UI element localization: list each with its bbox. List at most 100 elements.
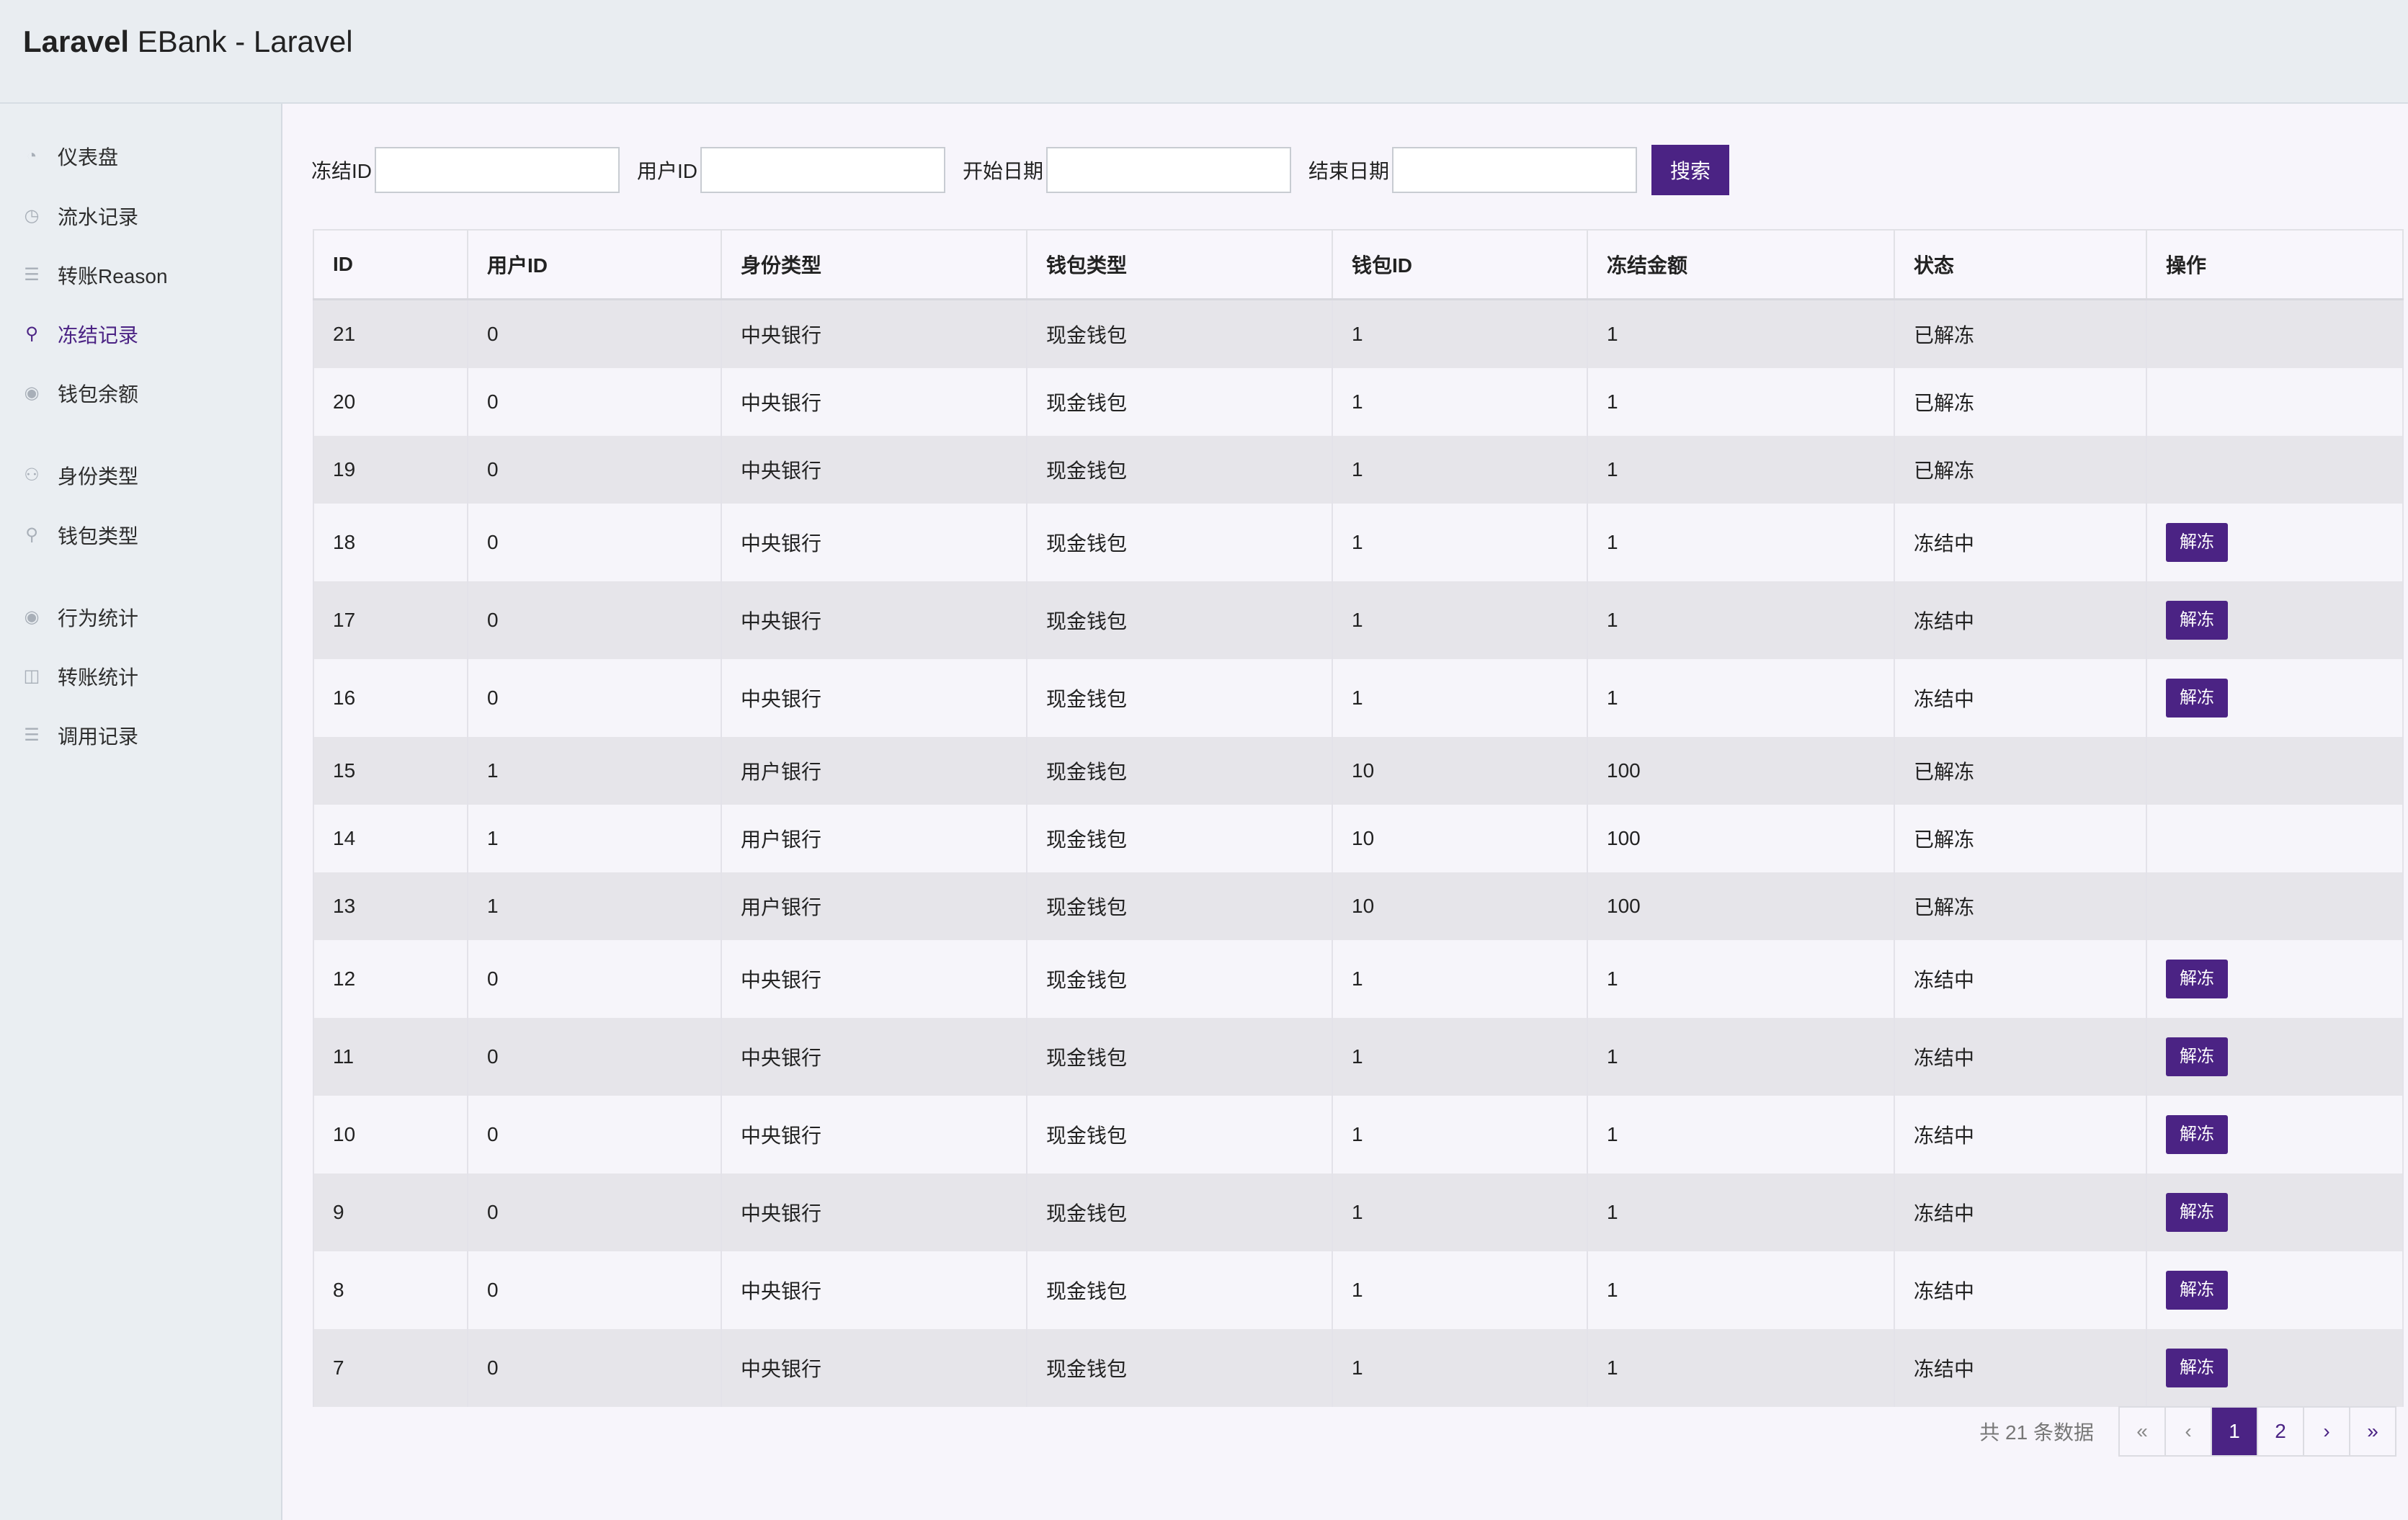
cell-actions xyxy=(2146,805,2404,872)
cell-actions xyxy=(2146,737,2404,805)
end-date-label: 结束日期 xyxy=(1308,160,1390,182)
cell-user-id: 1 xyxy=(467,872,722,940)
cell-identity-type: 中央银行 xyxy=(721,1096,1027,1173)
end-date-input[interactable] xyxy=(1392,147,1638,193)
cell-user-id: 0 xyxy=(467,659,722,737)
cell-id: 20 xyxy=(313,368,468,436)
table-header-row: ID 用户ID 身份类型 钱包类型 钱包ID 冻结金额 状态 操作 xyxy=(313,229,2404,300)
unfreeze-button[interactable]: 解冻 xyxy=(2166,960,2228,998)
cell-id: 21 xyxy=(313,299,468,368)
table-row: 11 0 中央银行 现金钱包 1 1 冻结中 解冻 xyxy=(313,1018,2404,1096)
cell-user-id: 0 xyxy=(467,368,722,436)
table-row: 18 0 中央银行 现金钱包 1 1 冻结中 解冻 xyxy=(313,504,2404,581)
cell-freeze-amount: 100 xyxy=(1587,872,1895,940)
sidebar-item-7[interactable]: ◉ 行为统计 xyxy=(23,596,139,639)
sidebar-item-5[interactable]: ⚇ 身份类型 xyxy=(23,454,138,497)
cell-wallet-type: 现金钱包 xyxy=(1026,1018,1333,1096)
sidebar-item-label: 流水记录 xyxy=(58,206,139,228)
unfreeze-button[interactable]: 解冻 xyxy=(2166,679,2228,717)
cell-status: 已解冻 xyxy=(1894,737,2147,805)
cell-identity-type: 中央银行 xyxy=(721,1173,1027,1251)
cell-status: 冻结中 xyxy=(1894,504,2147,581)
cell-status: 冻结中 xyxy=(1894,1329,2147,1407)
app-title[interactable]: Laravel EBank - Laravel xyxy=(23,24,353,59)
user-id-input[interactable] xyxy=(700,147,946,193)
cell-wallet-id[interactable]: 1 xyxy=(1332,581,1588,659)
cell-user-id: 0 xyxy=(467,581,722,659)
cell-wallet-id[interactable]: 1 xyxy=(1332,1018,1588,1096)
unfreeze-button[interactable]: 解冻 xyxy=(2166,601,2228,640)
cell-wallet-type: 现金钱包 xyxy=(1026,1096,1333,1173)
cell-id: 15 xyxy=(313,737,468,805)
cell-wallet-id: 1 xyxy=(1332,1251,1588,1329)
cell-user-id: 0 xyxy=(467,1329,722,1407)
cell-wallet-type: 现金钱包 xyxy=(1026,737,1333,805)
unfreeze-button[interactable]: 解冻 xyxy=(2166,1271,2228,1310)
cell-freeze-amount: 100 xyxy=(1587,737,1895,805)
cell-id: 14 xyxy=(313,805,468,872)
col-header-identity-type[interactable]: 身份类型 xyxy=(721,229,1027,300)
col-header-actions: 操作 xyxy=(2146,229,2404,300)
cell-wallet-id[interactable]: 1 xyxy=(1332,299,1588,368)
cell-wallet-id[interactable]: 1 xyxy=(1332,1329,1588,1407)
sidebar-item-8[interactable]: ◫ 转账统计 xyxy=(23,655,138,698)
table-row: 10 0 中央银行 现金钱包 1 1 冻结中 解冻 xyxy=(313,1096,2404,1173)
cell-freeze-amount: 1 xyxy=(1587,1018,1895,1096)
cell-wallet-id: 1 xyxy=(1332,504,1588,581)
page-2-button[interactable]: 2 xyxy=(2257,1408,2303,1455)
page-1-button[interactable]: 1 xyxy=(2211,1408,2257,1455)
users-icon: ⚇ xyxy=(24,465,40,485)
cell-status: 冻结中 xyxy=(1894,1251,2147,1329)
cell-actions: 解冻 xyxy=(2146,1018,2404,1096)
sidebar-item-3[interactable]: ⚲ 冻结记录 xyxy=(23,313,138,356)
cell-wallet-id[interactable]: 1 xyxy=(1332,1173,1588,1251)
table-row: 17 0 中央银行 现金钱包 1 1 冻结中 解冻 xyxy=(313,581,2404,659)
page-prev-button[interactable]: ‹ xyxy=(2164,1408,2211,1455)
page-next-button[interactable]: › xyxy=(2303,1408,2349,1455)
cell-wallet-type: 现金钱包 xyxy=(1026,1251,1333,1329)
sidebar-item-2[interactable]: ☰ 转账Reason xyxy=(23,254,167,297)
table-row: 9 0 中央银行 现金钱包 1 1 冻结中 解冻 xyxy=(313,1173,2404,1251)
col-header-wallet-type[interactable]: 钱包类型 xyxy=(1026,229,1333,300)
col-header-freeze-amount[interactable]: 冻结金额 xyxy=(1587,229,1895,300)
page-first-button[interactable]: « xyxy=(2120,1408,2164,1455)
col-header-user-id[interactable]: 用户ID xyxy=(467,229,722,300)
user-icon: ⚲ xyxy=(25,525,38,545)
sidebar-item-9[interactable]: ☰ 调用记录 xyxy=(23,714,138,757)
sidebar-item-0[interactable]: ◔ 仪表盘 xyxy=(23,135,118,178)
cell-wallet-id[interactable]: 10 xyxy=(1332,805,1588,872)
start-date-input[interactable] xyxy=(1046,147,1292,193)
unfreeze-button[interactable]: 解冻 xyxy=(2166,523,2228,562)
page-last-button[interactable]: » xyxy=(2349,1408,2395,1455)
pagination: «‹ 1 2 ›» xyxy=(2118,1406,2396,1457)
cell-actions xyxy=(2146,299,2404,368)
unfreeze-button[interactable]: 解冻 xyxy=(2166,1193,2228,1232)
cell-wallet-type: 现金钱包 xyxy=(1026,1329,1333,1407)
unfreeze-button[interactable]: 解冻 xyxy=(2166,1115,2228,1154)
cell-id: 12 xyxy=(313,940,468,1018)
cell-identity-type: 用户银行 xyxy=(721,872,1027,940)
search-button[interactable]: 搜索 xyxy=(1651,145,1730,195)
col-header-id[interactable]: ID xyxy=(313,229,468,300)
cell-user-id: 0 xyxy=(467,436,722,504)
cell-wallet-id[interactable]: 10 xyxy=(1332,872,1588,940)
cell-wallet-id[interactable]: 1 xyxy=(1332,436,1588,504)
cell-status: 已解冻 xyxy=(1894,872,2147,940)
col-header-wallet-id[interactable]: 钱包ID xyxy=(1332,229,1588,300)
cell-wallet-id[interactable]: 10 xyxy=(1332,737,1588,805)
cell-id: 9 xyxy=(313,1173,468,1251)
filter-bar: 冻结ID 用户ID 开始日期 结束日期 搜索 xyxy=(311,144,1730,196)
col-header-status[interactable]: 状态 xyxy=(1894,229,2147,300)
sidebar-item-6[interactable]: ⚲ 钱包类型 xyxy=(23,514,138,557)
sidebar-item-1[interactable]: ◷ 流水记录 xyxy=(23,195,139,238)
cell-identity-type: 中央银行 xyxy=(721,299,1027,368)
table-row: 21 0 中央银行 现金钱包 1 1 已解冻 xyxy=(313,299,2404,368)
freeze-id-input[interactable] xyxy=(375,147,620,193)
cell-identity-type: 中央银行 xyxy=(721,1329,1027,1407)
cell-user-id: 0 xyxy=(467,940,722,1018)
cell-status: 冻结中 xyxy=(1894,581,2147,659)
sidebar-item-4[interactable]: ◉ 钱包余额 xyxy=(23,372,139,415)
dashboard-icon: ◔ xyxy=(26,146,37,166)
unfreeze-button[interactable]: 解冻 xyxy=(2166,1037,2228,1076)
unfreeze-button[interactable]: 解冻 xyxy=(2166,1349,2228,1387)
